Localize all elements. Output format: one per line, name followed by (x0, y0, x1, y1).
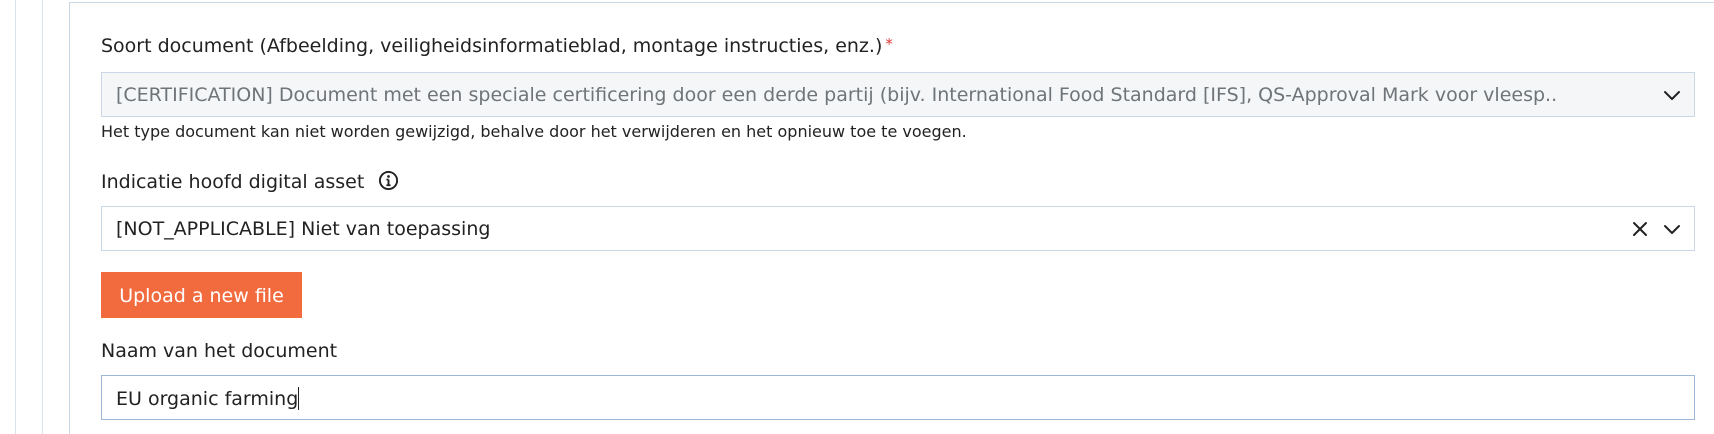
doc-type-select[interactable]: [CERTIFICATION] Document met een special… (101, 72, 1695, 117)
upload-new-file-button[interactable]: Upload a new file (101, 272, 302, 318)
main-asset-label-text: Indicatie hoofd digital asset (101, 171, 365, 193)
doc-name-input[interactable]: EU organic farming (101, 375, 1695, 420)
chevron-down-icon[interactable] (1660, 217, 1684, 241)
chevron-down-icon[interactable] (1660, 83, 1684, 107)
doc-type-helper: Het type document kan niet worden gewijz… (101, 122, 967, 141)
doc-name-text: EU organic farming (116, 388, 299, 410)
main-asset-value: [NOT_APPLICABLE] Niet van toepassing (116, 218, 491, 240)
text-caret (298, 387, 300, 410)
main-asset-label: Indicatie hoofd digital asset (101, 170, 399, 193)
form-frame: Soort document (Afbeelding, veiligheidsi… (0, 0, 1714, 434)
doc-type-label: Soort document (Afbeelding, veiligheidsi… (101, 35, 893, 57)
doc-name-value: EU organic farming (116, 387, 300, 410)
info-icon[interactable] (378, 170, 399, 191)
doc-type-value: [CERTIFICATION] Document met een special… (116, 84, 1558, 106)
required-marker: * (885, 35, 893, 53)
main-asset-select[interactable]: [NOT_APPLICABLE] Niet van toepassing (101, 206, 1695, 251)
left-rail (15, 0, 43, 434)
doc-name-label: Naam van het document (101, 340, 338, 362)
clear-icon[interactable] (1628, 217, 1652, 241)
doc-type-label-text: Soort document (Afbeelding, veiligheidsi… (101, 35, 883, 57)
